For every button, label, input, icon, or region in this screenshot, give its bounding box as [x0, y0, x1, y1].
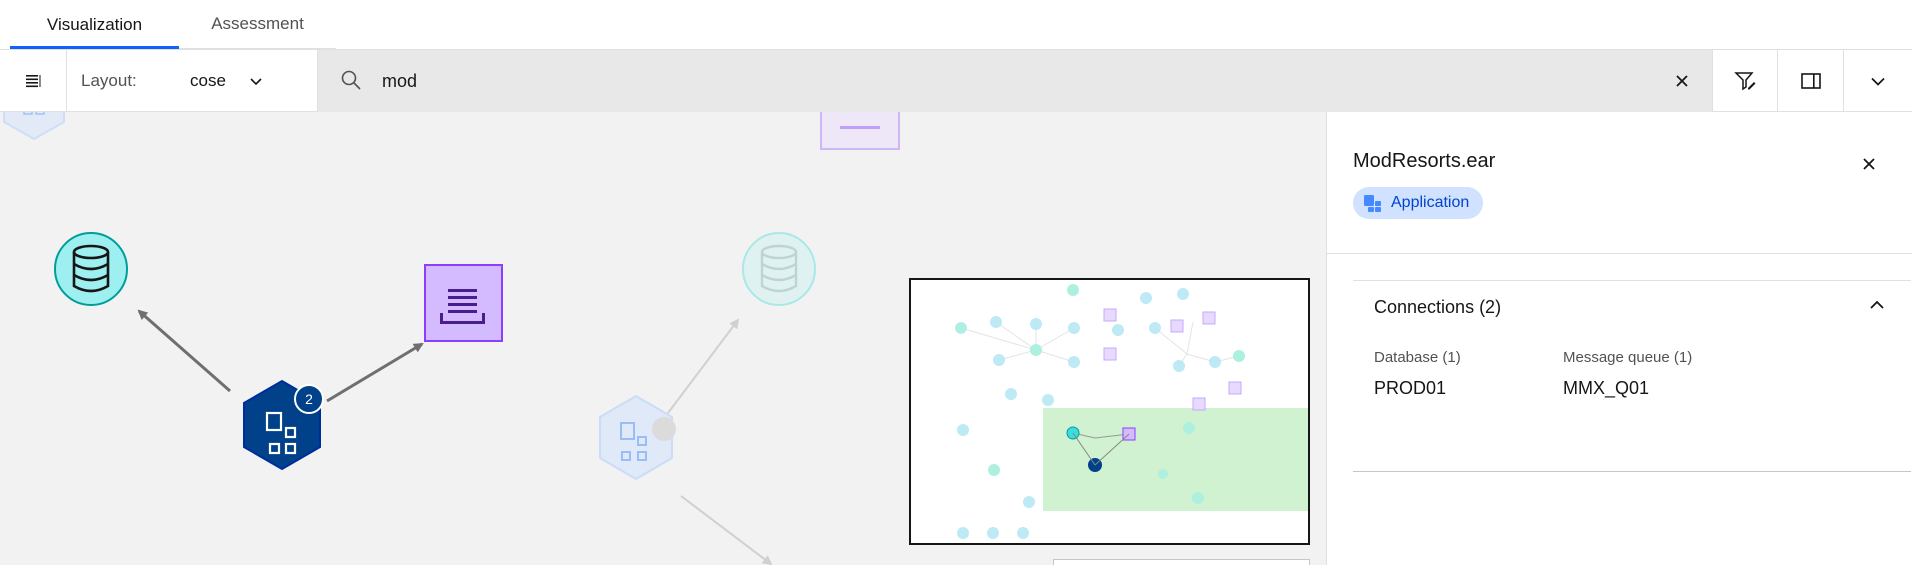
- chevron-down-icon: [1871, 77, 1885, 86]
- message-queue-value: MMX_Q01: [1563, 378, 1650, 398]
- faded-database-node[interactable]: [742, 232, 816, 306]
- graph-toolbar: Layout: cose: [0, 49, 1912, 112]
- tab-visualization[interactable]: Visualization: [10, 0, 179, 49]
- database-node-prod01[interactable]: [54, 232, 128, 306]
- close-panel-button[interactable]: [1857, 152, 1881, 176]
- divider: [1327, 253, 1912, 254]
- panel-title: ModResorts.ear: [1353, 150, 1496, 172]
- chevron-down-icon: [248, 73, 264, 89]
- application-icon: [1364, 195, 1381, 212]
- message-queue-node-mmx-q01[interactable]: [424, 264, 503, 342]
- search-bar: [317, 50, 1712, 112]
- filter-edit-icon: [1734, 72, 1756, 91]
- edge-faded-1: [667, 318, 740, 414]
- accordion-bottom-divider: [1353, 471, 1911, 472]
- toggle-side-panel-button[interactable]: [1777, 50, 1843, 112]
- list-view-button[interactable]: [0, 50, 67, 112]
- edge-to-database: [137, 309, 231, 393]
- details-side-panel: ModResorts.ear Application Connections (…: [1326, 112, 1912, 565]
- type-tag-label: Application: [1391, 194, 1470, 211]
- close-icon: [1863, 158, 1875, 170]
- filter-button[interactable]: [1712, 50, 1777, 112]
- application-node-modresorts[interactable]: 2: [243, 379, 324, 471]
- layout-dropdown[interactable]: cose: [190, 50, 316, 112]
- side-panel-icon: [1800, 73, 1821, 89]
- message-queue-count-label: Message queue (1): [1563, 349, 1693, 366]
- connections-accordion-header[interactable]: Connections (2): [1353, 281, 1911, 335]
- faded-application-node[interactable]: [3, 112, 65, 141]
- graph-minimap[interactable]: [909, 278, 1310, 545]
- clear-search-button[interactable]: [1652, 50, 1712, 112]
- database-value: PROD01: [1374, 378, 1447, 398]
- faded-application-node-2[interactable]: [599, 394, 676, 481]
- search-icon: [340, 69, 362, 96]
- zoom-controls[interactable]: [1053, 559, 1310, 565]
- search-input[interactable]: [382, 50, 1582, 112]
- database-count-label: Database (1): [1374, 349, 1461, 366]
- chevron-up-icon: [1867, 295, 1887, 320]
- list-icon: [26, 75, 41, 88]
- minimap-viewport[interactable]: [1043, 408, 1308, 511]
- layout-label: Layout:: [81, 71, 137, 90]
- tab-bar: Visualization Assessment: [0, 0, 1912, 49]
- connections-accordion-label: Connections (2): [1374, 297, 1502, 317]
- edge-to-queue: [326, 342, 424, 403]
- tab-assessment[interactable]: Assessment: [179, 0, 336, 49]
- edge-faded-2: [680, 495, 773, 565]
- close-icon: [1676, 75, 1688, 87]
- badge-count: 2: [305, 391, 313, 407]
- graph-canvas[interactable]: 2: [0, 112, 1326, 565]
- more-options-button[interactable]: [1843, 50, 1912, 112]
- layout-value: cose: [190, 71, 226, 90]
- faded-queue-node[interactable]: [820, 112, 900, 150]
- type-tag: Application: [1353, 187, 1484, 219]
